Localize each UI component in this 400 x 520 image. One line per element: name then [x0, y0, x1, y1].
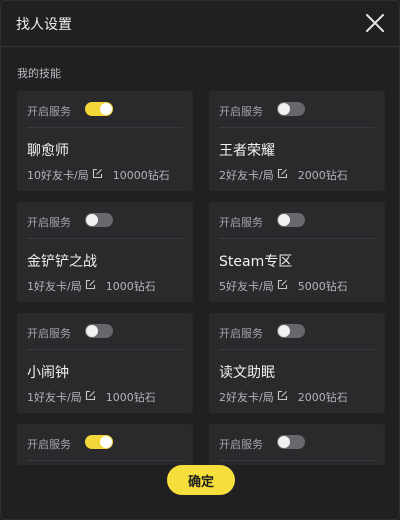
skill-name: 读文助眠 — [219, 365, 275, 381]
toggle-knob — [86, 214, 98, 226]
service-toggle[interactable] — [277, 102, 305, 116]
service-toggle[interactable] — [85, 435, 113, 449]
diamond-price: 10000钻石 — [112, 169, 170, 182]
toggle-knob — [86, 325, 98, 337]
toggle-knob — [278, 436, 290, 448]
diamond-price: 1000钻石 — [105, 280, 156, 293]
divider — [27, 460, 183, 461]
close-icon — [366, 14, 384, 32]
service-toggle[interactable] — [85, 213, 113, 227]
divider — [219, 349, 375, 350]
service-toggle[interactable] — [277, 324, 305, 338]
skill-name: Steam专区 — [219, 254, 293, 270]
edit-icon[interactable] — [277, 168, 288, 182]
skill-card: 开启服务 小闹钟 1好友卡/局 1000钻石 — [17, 313, 193, 413]
divider — [27, 349, 183, 350]
price-per-round: 2好友卡/局 — [219, 169, 274, 182]
price-per-round: 10好友卡/局 — [27, 169, 89, 182]
diamond-price: 2000钻石 — [297, 391, 348, 404]
edit-icon[interactable] — [85, 279, 96, 293]
service-toggle[interactable] — [277, 435, 305, 449]
toggle-knob — [278, 214, 290, 226]
diamond-price: 2000钻石 — [297, 169, 348, 182]
divider — [27, 238, 183, 239]
price-row: 1好友卡/局 1000钻石 — [27, 278, 156, 294]
skill-name: 金铲铲之战 — [27, 254, 97, 270]
service-label: 开启服务 — [219, 105, 263, 118]
skill-card: 开启服务 聊愈师 10好友卡/局 10000钻石 — [17, 91, 193, 191]
toggle-knob — [100, 436, 112, 448]
service-label: 开启服务 — [219, 216, 263, 229]
service-label: 开启服务 — [219, 438, 263, 451]
edit-icon[interactable] — [85, 390, 96, 404]
diamond-price: 1000钻石 — [105, 391, 156, 404]
price-row: 5好友卡/局 5000钻石 — [219, 278, 348, 294]
price-row: 2好友卡/局 2000钻石 — [219, 167, 348, 183]
service-toggle[interactable] — [85, 324, 113, 338]
skills-grid[interactable]: 开启服务 聊愈师 10好友卡/局 10000钻石 开启服务 王者荣耀 2好友卡/… — [17, 91, 385, 465]
edit-icon[interactable] — [92, 168, 103, 182]
edit-icon[interactable] — [277, 279, 288, 293]
price-per-round: 1好友卡/局 — [27, 280, 82, 293]
price-per-round: 5好友卡/局 — [219, 280, 274, 293]
skill-name: 小闹钟 — [27, 365, 69, 381]
service-label: 开启服务 — [27, 327, 71, 340]
toggle-knob — [278, 325, 290, 337]
service-label: 开启服务 — [27, 438, 71, 451]
price-row: 10好友卡/局 10000钻石 — [27, 167, 170, 183]
price-row: 2好友卡/局 2000钻石 — [219, 389, 348, 405]
divider — [219, 460, 375, 461]
skill-card: 开启服务 金铲铲之战 1好友卡/局 1000钻石 — [17, 202, 193, 302]
toggle-knob — [100, 103, 112, 115]
price-per-round: 1好友卡/局 — [27, 391, 82, 404]
section-label-my-skills: 我的技能 — [17, 67, 61, 80]
service-label: 开启服务 — [219, 327, 263, 340]
skill-card: 开启服务 — [209, 424, 385, 465]
skill-name: 聊愈师 — [27, 143, 69, 159]
price-per-round: 2好友卡/局 — [219, 391, 274, 404]
skill-card: 开启服务 Steam专区 5好友卡/局 5000钻石 — [209, 202, 385, 302]
divider — [219, 127, 375, 128]
price-row: 1好友卡/局 1000钻石 — [27, 389, 156, 405]
toggle-knob — [278, 103, 290, 115]
skill-card: 开启服务 读文助眠 2好友卡/局 2000钻石 — [209, 313, 385, 413]
close-button[interactable] — [363, 11, 387, 35]
service-toggle[interactable] — [85, 102, 113, 116]
service-label: 开启服务 — [27, 105, 71, 118]
skill-name: 王者荣耀 — [219, 143, 275, 159]
dialog-title: 找人设置 — [16, 17, 72, 33]
edit-icon[interactable] — [277, 390, 288, 404]
skill-card: 开启服务 — [17, 424, 193, 465]
diamond-price: 5000钻石 — [297, 280, 348, 293]
dialog-header: 找人设置 — [1, 1, 399, 47]
skill-card: 开启服务 王者荣耀 2好友卡/局 2000钻石 — [209, 91, 385, 191]
service-label: 开启服务 — [27, 216, 71, 229]
divider — [219, 238, 375, 239]
divider — [27, 127, 183, 128]
find-people-settings-dialog: 找人设置 我的技能 开启服务 聊愈师 10好友卡/局 10000钻石 开启服务 — [0, 0, 400, 520]
service-toggle[interactable] — [277, 213, 305, 227]
confirm-button[interactable]: 确定 — [167, 465, 235, 495]
